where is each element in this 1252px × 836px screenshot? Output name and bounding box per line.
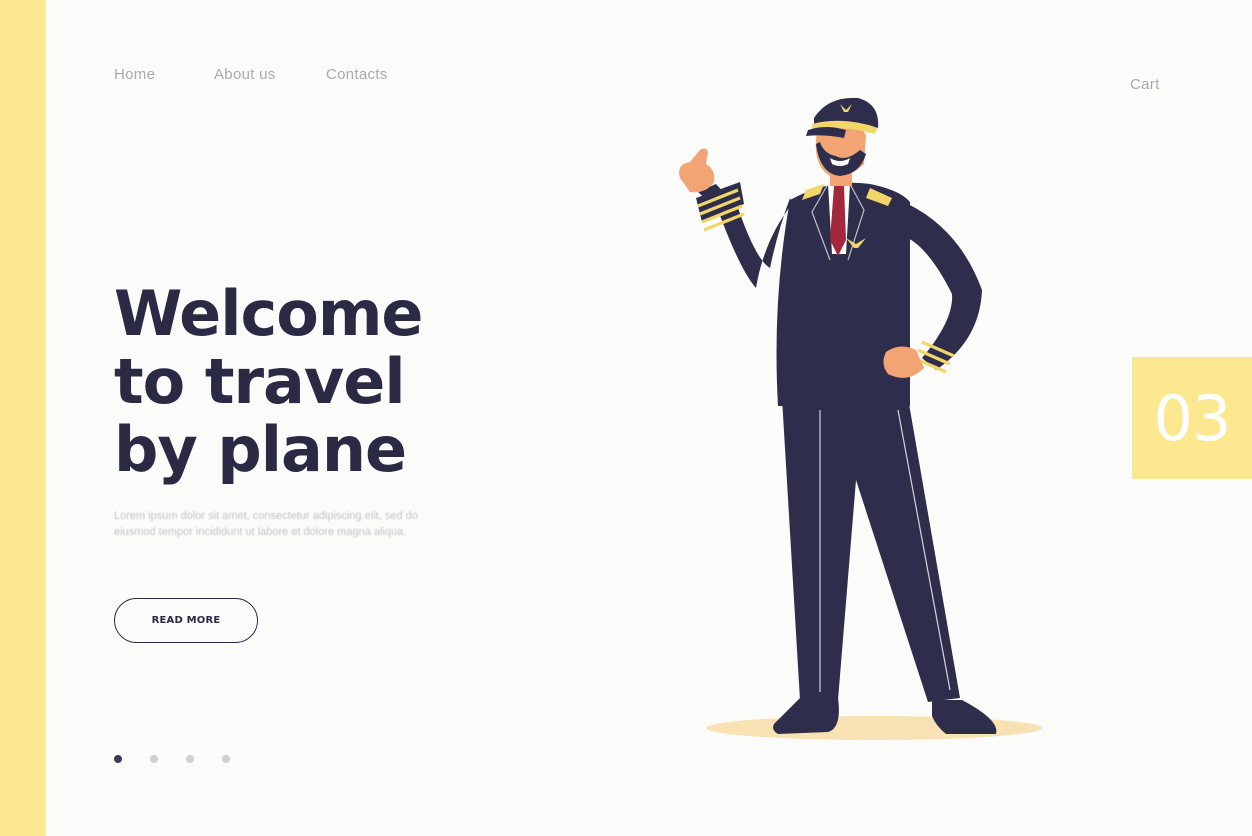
hero-title: Welcome to travel by plane bbox=[114, 280, 534, 484]
pagination-dot-4[interactable] bbox=[222, 755, 230, 763]
pagination-dot-1[interactable] bbox=[114, 755, 122, 763]
hero-title-line-1: Welcome bbox=[114, 277, 423, 350]
read-more-button[interactable]: READ MORE bbox=[114, 598, 258, 643]
top-nav: Home About us Contacts bbox=[114, 66, 388, 83]
slider-pagination bbox=[114, 755, 230, 763]
nav-contacts-link[interactable]: Contacts bbox=[326, 66, 388, 83]
pagination-dot-3[interactable] bbox=[186, 755, 194, 763]
nav-home-link[interactable]: Home bbox=[114, 66, 214, 83]
pagination-dot-2[interactable] bbox=[150, 755, 158, 763]
hero-title-line-2: to travel bbox=[114, 345, 406, 418]
slide-number-badge: 03 bbox=[1132, 357, 1252, 479]
hero-title-line-3: by plane bbox=[114, 413, 407, 486]
nav-about-link[interactable]: About us bbox=[214, 66, 326, 83]
hero-body-text: Lorem ipsum dolor sit amet, consectetur … bbox=[114, 510, 418, 538]
pilot-illustration bbox=[679, 97, 1042, 740]
accent-strip bbox=[0, 0, 46, 836]
cart-link[interactable]: Cart bbox=[1130, 76, 1160, 93]
